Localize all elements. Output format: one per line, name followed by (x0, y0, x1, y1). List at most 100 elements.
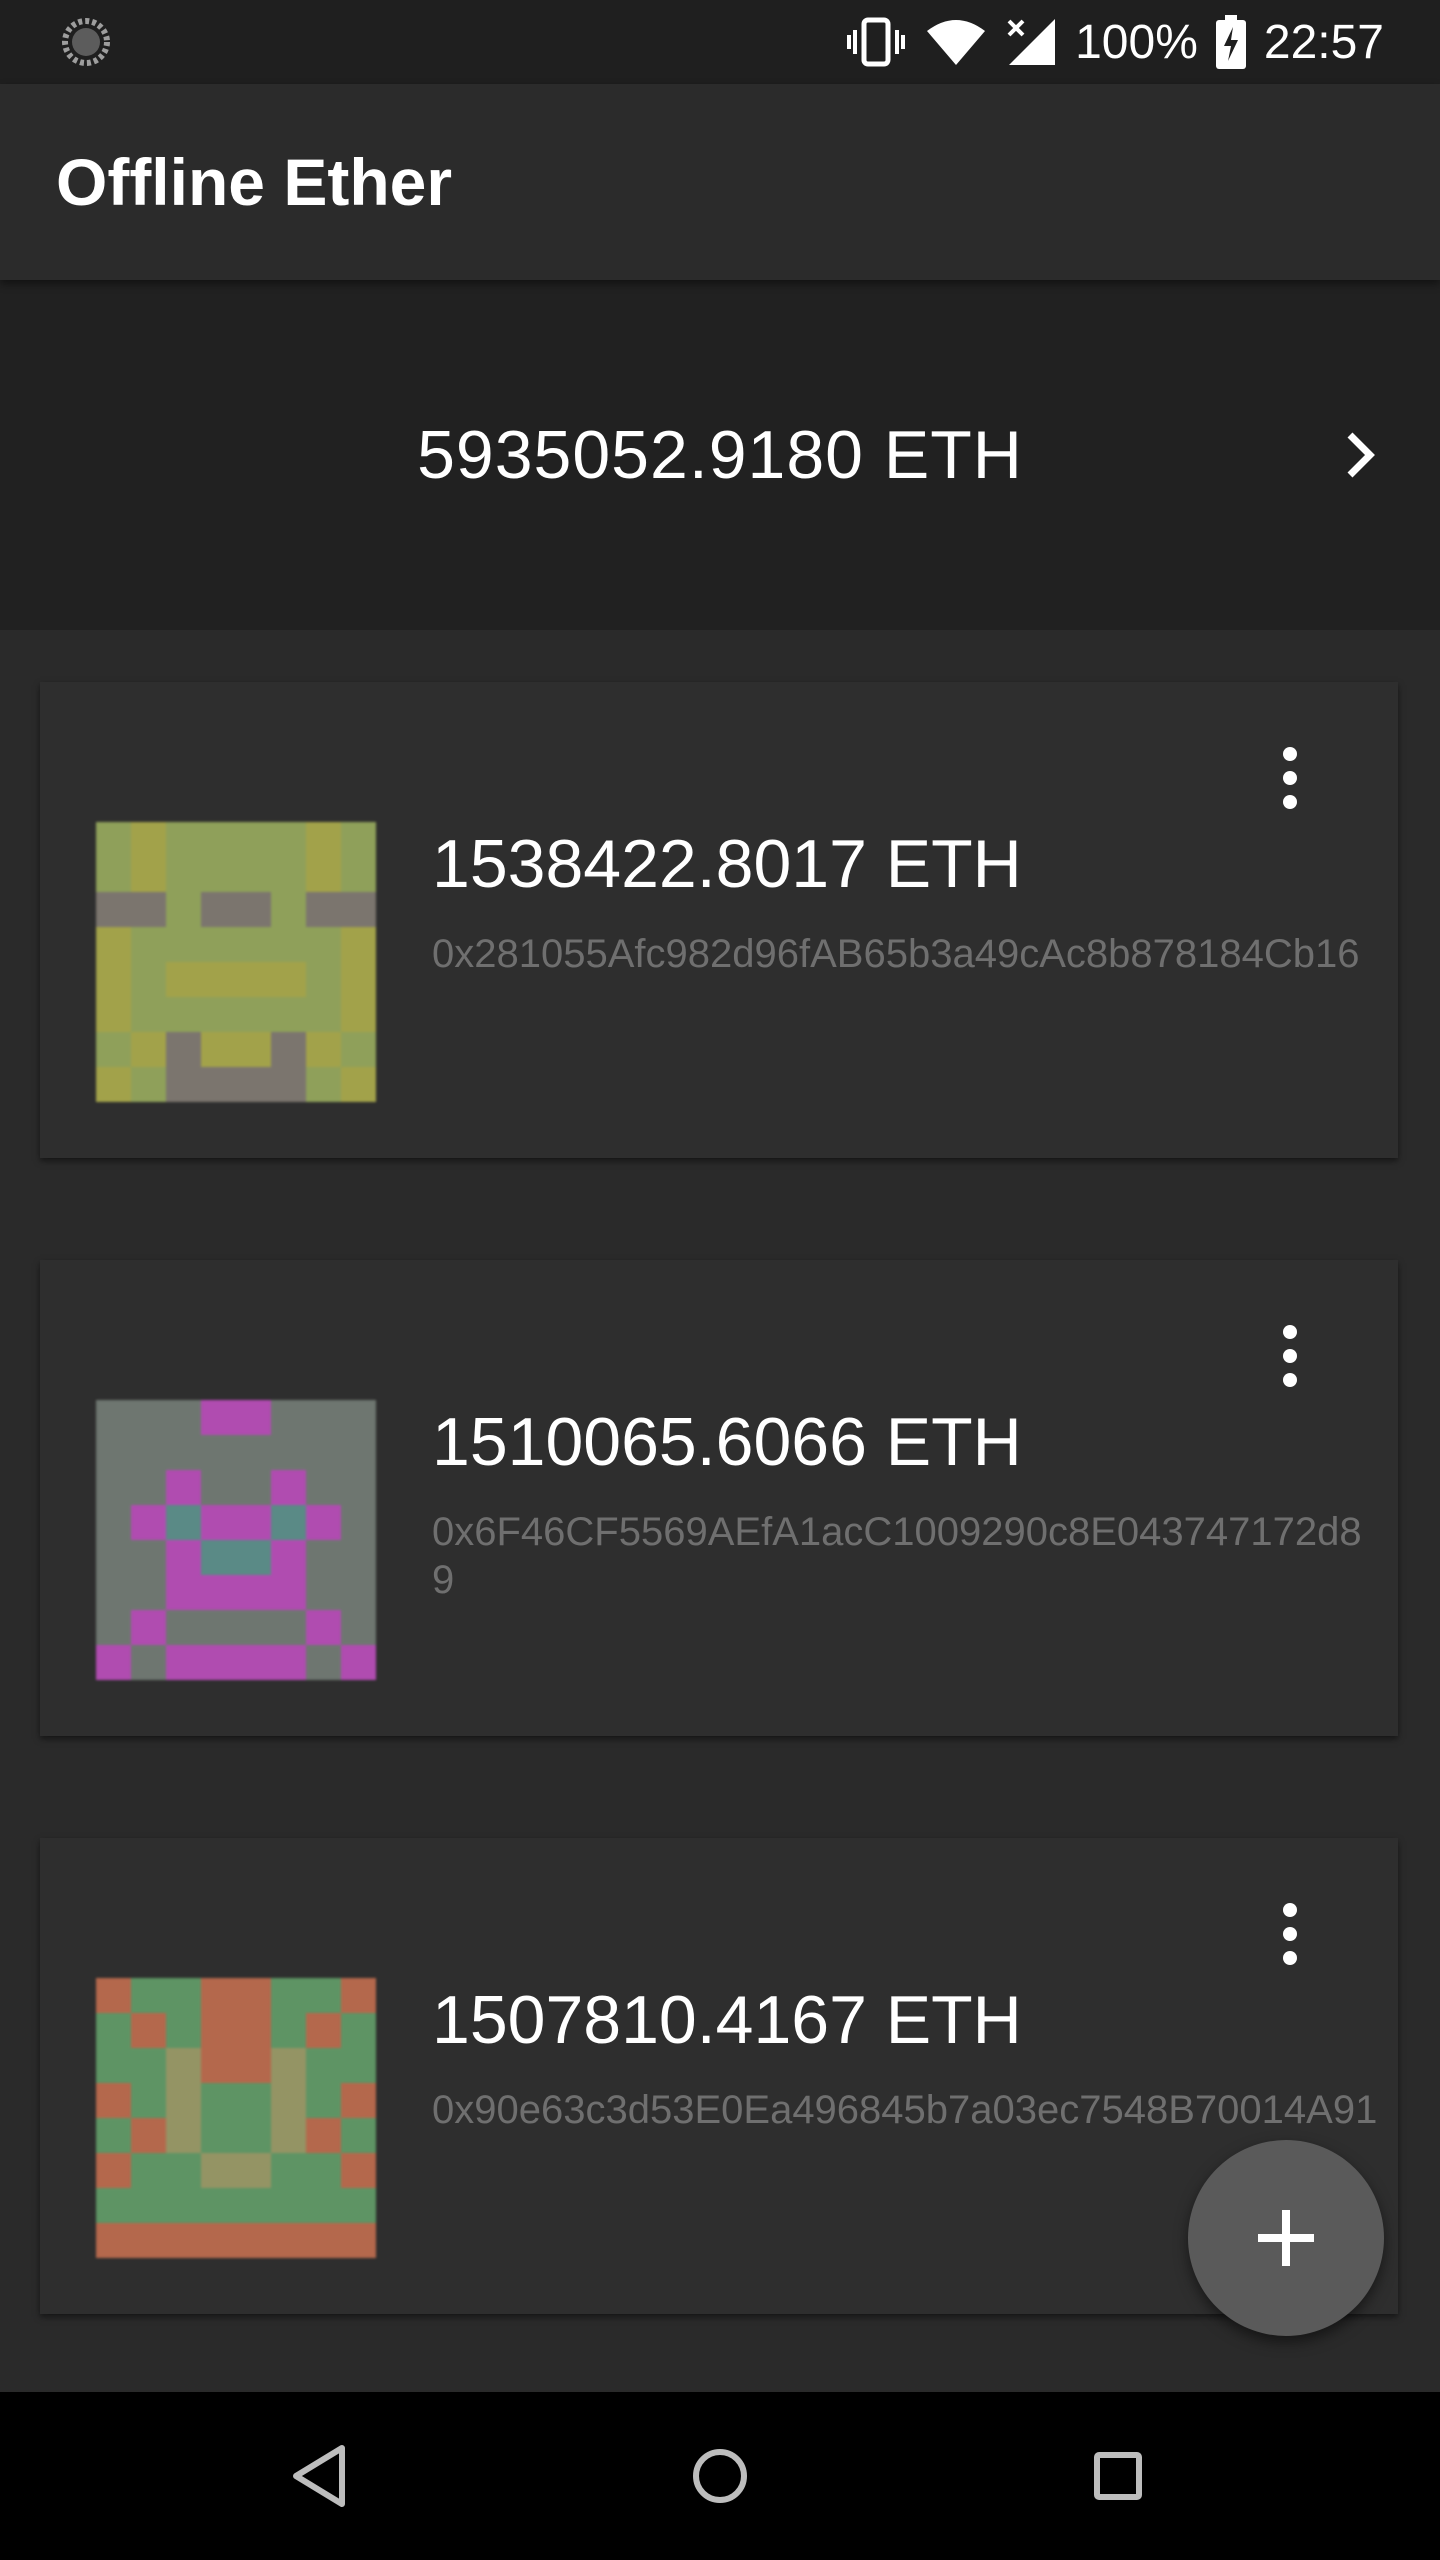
identicon-cell (306, 1400, 341, 1435)
identicon-cell (166, 962, 201, 997)
navigation-bar (0, 2392, 1440, 2560)
identicon-cell (201, 1575, 236, 1610)
identicon-cell (96, 1575, 131, 1610)
identicon-cell (306, 2013, 341, 2048)
identicon-cell (131, 1645, 166, 1680)
identicon-cell (271, 997, 306, 1032)
identicon-cell (236, 1435, 271, 1470)
identicon-cell (306, 2118, 341, 2153)
wallet-balance: 1538422.8017 ETH (432, 826, 1022, 902)
identicon-cell (341, 1575, 376, 1610)
more-options-icon[interactable] (1260, 1320, 1320, 1392)
identicon-cell (96, 1978, 131, 2013)
identicon-cell (131, 2083, 166, 2118)
identicon-cell (236, 2048, 271, 2083)
identicon-cell (96, 2153, 131, 2188)
plus-icon (1258, 2210, 1314, 2266)
wallet-identicon (96, 822, 376, 1102)
identicon-cell (131, 2118, 166, 2153)
identicon-cell (271, 1505, 306, 1540)
identicon-cell (96, 2188, 131, 2223)
identicon-cell (166, 1032, 201, 1067)
identicon-cell (236, 2223, 271, 2258)
identicon-cell (271, 2118, 306, 2153)
identicon-cell (131, 2013, 166, 2048)
identicon-cell (131, 1067, 166, 1102)
identicon-cell (96, 2083, 131, 2118)
identicon-cell (166, 1540, 201, 1575)
identicon-cell (201, 1400, 236, 1435)
identicon-cell (166, 1470, 201, 1505)
identicon-cell (341, 857, 376, 892)
more-options-icon[interactable] (1260, 1898, 1320, 1970)
identicon-cell (306, 822, 341, 857)
identicon-cell (131, 1978, 166, 2013)
status-bar: 100% 22:57 (0, 0, 1440, 84)
identicon-cell (306, 1032, 341, 1067)
identicon-cell (201, 2118, 236, 2153)
identicon-cell (201, 1645, 236, 1680)
more-options-icon[interactable] (1260, 742, 1320, 814)
identicon-cell (166, 857, 201, 892)
back-icon[interactable] (278, 2434, 362, 2518)
identicon-cell (306, 997, 341, 1032)
identicon-cell (201, 1435, 236, 1470)
wallet-balance: 1507810.4167 ETH (432, 1982, 1022, 2058)
identicon-cell (341, 927, 376, 962)
identicon-cell (236, 892, 271, 927)
identicon-cell (131, 2223, 166, 2258)
identicon-cell (96, 2223, 131, 2258)
identicon-cell (306, 2223, 341, 2258)
identicon-cell (201, 997, 236, 1032)
identicon-cell (166, 2083, 201, 2118)
identicon-cell (341, 1645, 376, 1680)
identicon-cell (201, 857, 236, 892)
identicon-cell (341, 962, 376, 997)
total-balance-row[interactable]: 5935052.9180 ETH (0, 280, 1440, 630)
identicon-cell (306, 2153, 341, 2188)
home-icon[interactable] (678, 2434, 762, 2518)
identicon-cell (131, 1540, 166, 1575)
clock: 22:57 (1263, 15, 1384, 69)
identicon-cell (131, 2188, 166, 2223)
identicon-cell (131, 2048, 166, 2083)
wallet-balance: 1510065.6066 ETH (432, 1404, 1022, 1480)
chevron-right-icon[interactable] (1338, 425, 1386, 485)
identicon-cell (201, 822, 236, 857)
wallet-card[interactable]: 1538422.8017 ETH 0x281055Afc982d96fAB65b… (40, 682, 1398, 1158)
identicon-cell (306, 857, 341, 892)
identicon-cell (166, 2223, 201, 2258)
identicon-cell (341, 892, 376, 927)
recents-icon[interactable] (1076, 2434, 1160, 2518)
identicon-cell (271, 1978, 306, 2013)
identicon-cell (236, 1032, 271, 1067)
identicon-cell (96, 892, 131, 927)
identicon-cell (271, 1435, 306, 1470)
identicon-cell (131, 997, 166, 1032)
identicon-cell (201, 2013, 236, 2048)
identicon-cell (201, 1610, 236, 1645)
identicon-cell (236, 2083, 271, 2118)
identicon-cell (201, 1067, 236, 1102)
identicon-cell (236, 1978, 271, 2013)
identicon-cell (236, 1400, 271, 1435)
identicon-cell (201, 1470, 236, 1505)
identicon-cell (96, 1540, 131, 1575)
identicon-cell (131, 2153, 166, 2188)
identicon-cell (306, 2188, 341, 2223)
add-wallet-button[interactable] (1188, 2140, 1384, 2336)
identicon-cell (131, 1032, 166, 1067)
identicon-cell (341, 1470, 376, 1505)
identicon-cell (306, 1435, 341, 1470)
identicon-cell (271, 2223, 306, 2258)
identicon-cell (306, 1067, 341, 1102)
identicon-cell (131, 857, 166, 892)
identicon-cell (271, 927, 306, 962)
identicon-cell (166, 892, 201, 927)
identicon-cell (341, 1505, 376, 1540)
identicon-cell (96, 857, 131, 892)
wallet-card[interactable]: 1510065.6066 ETH 0x6F46CF5569AEfA1acC100… (40, 1260, 1398, 1736)
identicon-cell (166, 1505, 201, 1540)
identicon-cell (306, 1505, 341, 1540)
identicon-cell (96, 1032, 131, 1067)
